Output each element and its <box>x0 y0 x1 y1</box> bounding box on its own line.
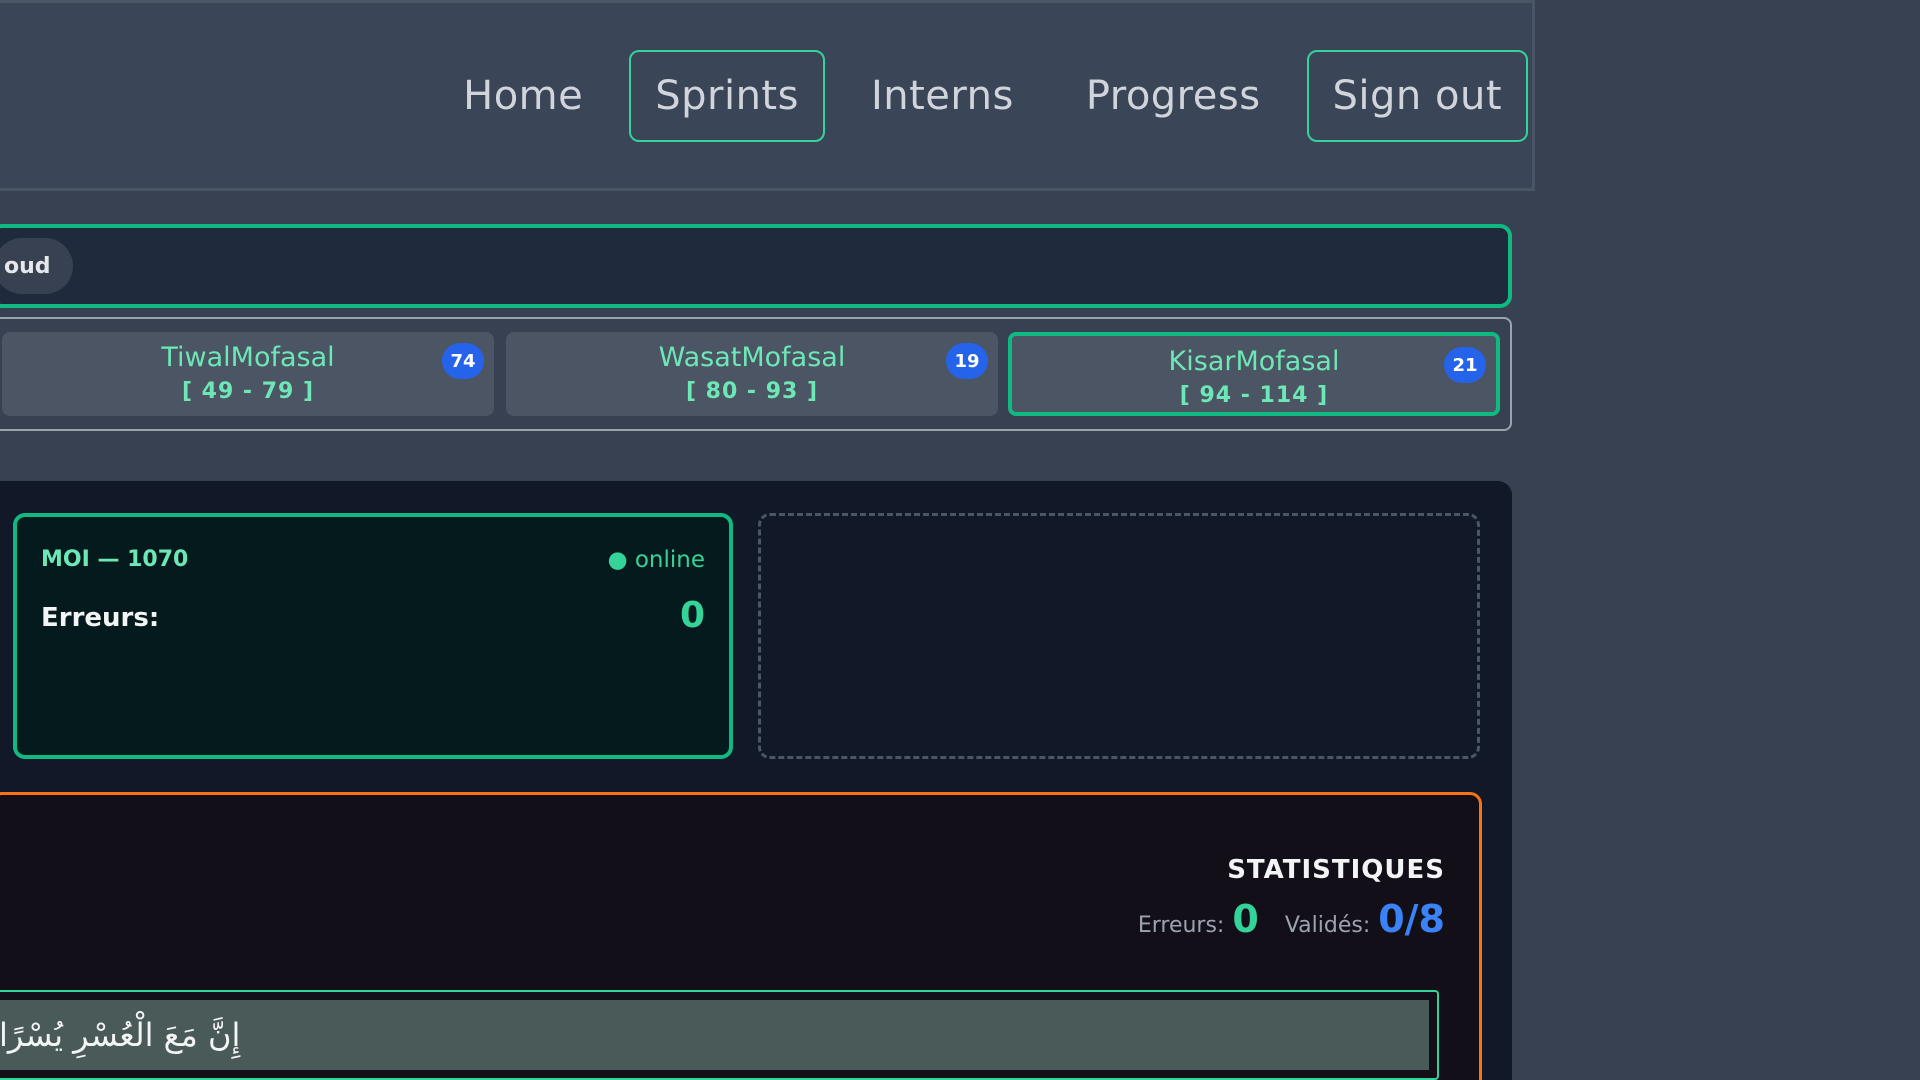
tab-name: KisarMofasal <box>1168 346 1340 377</box>
online-status: ● online <box>607 547 705 573</box>
stats-box: STATISTIQUES Erreurs: 0 Validés: 0/8 إِن… <box>0 792 1482 1080</box>
empty-player-slot <box>758 513 1480 759</box>
nav-home[interactable]: Home <box>437 50 609 142</box>
count-badge: 19 <box>946 343 988 379</box>
main-nav: Home Sprints Interns Progress Sign out <box>437 50 1528 142</box>
verse-text: إِنَّ مَعَ الْعُسْرِ يُسْرًا <box>0 1000 1429 1070</box>
stats-line: Erreurs: 0 Validés: 0/8 <box>1138 897 1445 941</box>
tab-range: [ 94 - 114 ] <box>1179 383 1329 408</box>
stats-errors-label: Erreurs: <box>1137 913 1225 938</box>
my-player-card: MOI — 1070 ● online Erreurs: 0 <box>13 513 733 759</box>
errors-value: 0 <box>679 595 705 636</box>
tab-name: WasatMofasal <box>658 342 846 373</box>
count-badge: 21 <box>1444 347 1486 383</box>
participant-pill[interactable]: oud <box>0 238 73 294</box>
nav-interns[interactable]: Interns <box>845 50 1040 142</box>
verse-box: إِنَّ مَعَ الْعُسْرِ يُسْرًا <box>0 990 1439 1080</box>
stats-valid-label: Validés: <box>1284 913 1371 938</box>
nav-sprints[interactable]: Sprints <box>629 50 825 142</box>
tab-wasatmofasal[interactable]: WasatMofasal [ 80 - 93 ] 19 <box>506 332 998 416</box>
tab-range: [ 80 - 93 ] <box>685 379 819 404</box>
stats-errors-value: 0 <box>1232 897 1259 941</box>
errors-label: Erreurs: <box>41 603 160 633</box>
nav-progress[interactable]: Progress <box>1060 50 1287 142</box>
player-title: MOI — 1070 <box>41 547 189 572</box>
participants-bar: oud <box>0 224 1512 308</box>
count-badge: 74 <box>442 343 484 379</box>
tab-range: [ 49 - 79 ] <box>181 379 315 404</box>
tab-tiwalmofasal[interactable]: TiwalMofasal [ 49 - 79 ] 74 <box>2 332 494 416</box>
tab-kisarmofasal[interactable]: KisarMofasal [ 94 - 114 ] 21 <box>1008 332 1500 416</box>
tab-name: TiwalMofasal <box>161 342 335 373</box>
sign-out-button[interactable]: Sign out <box>1306 50 1528 142</box>
stats-valid-value: 0/8 <box>1378 897 1445 941</box>
stats-title: STATISTIQUES <box>1227 855 1445 885</box>
top-navbar: Home Sprints Interns Progress Sign out <box>0 0 1535 191</box>
sprint-tabs: TiwalMofasal [ 49 - 79 ] 74 WasatMofasal… <box>0 317 1512 431</box>
